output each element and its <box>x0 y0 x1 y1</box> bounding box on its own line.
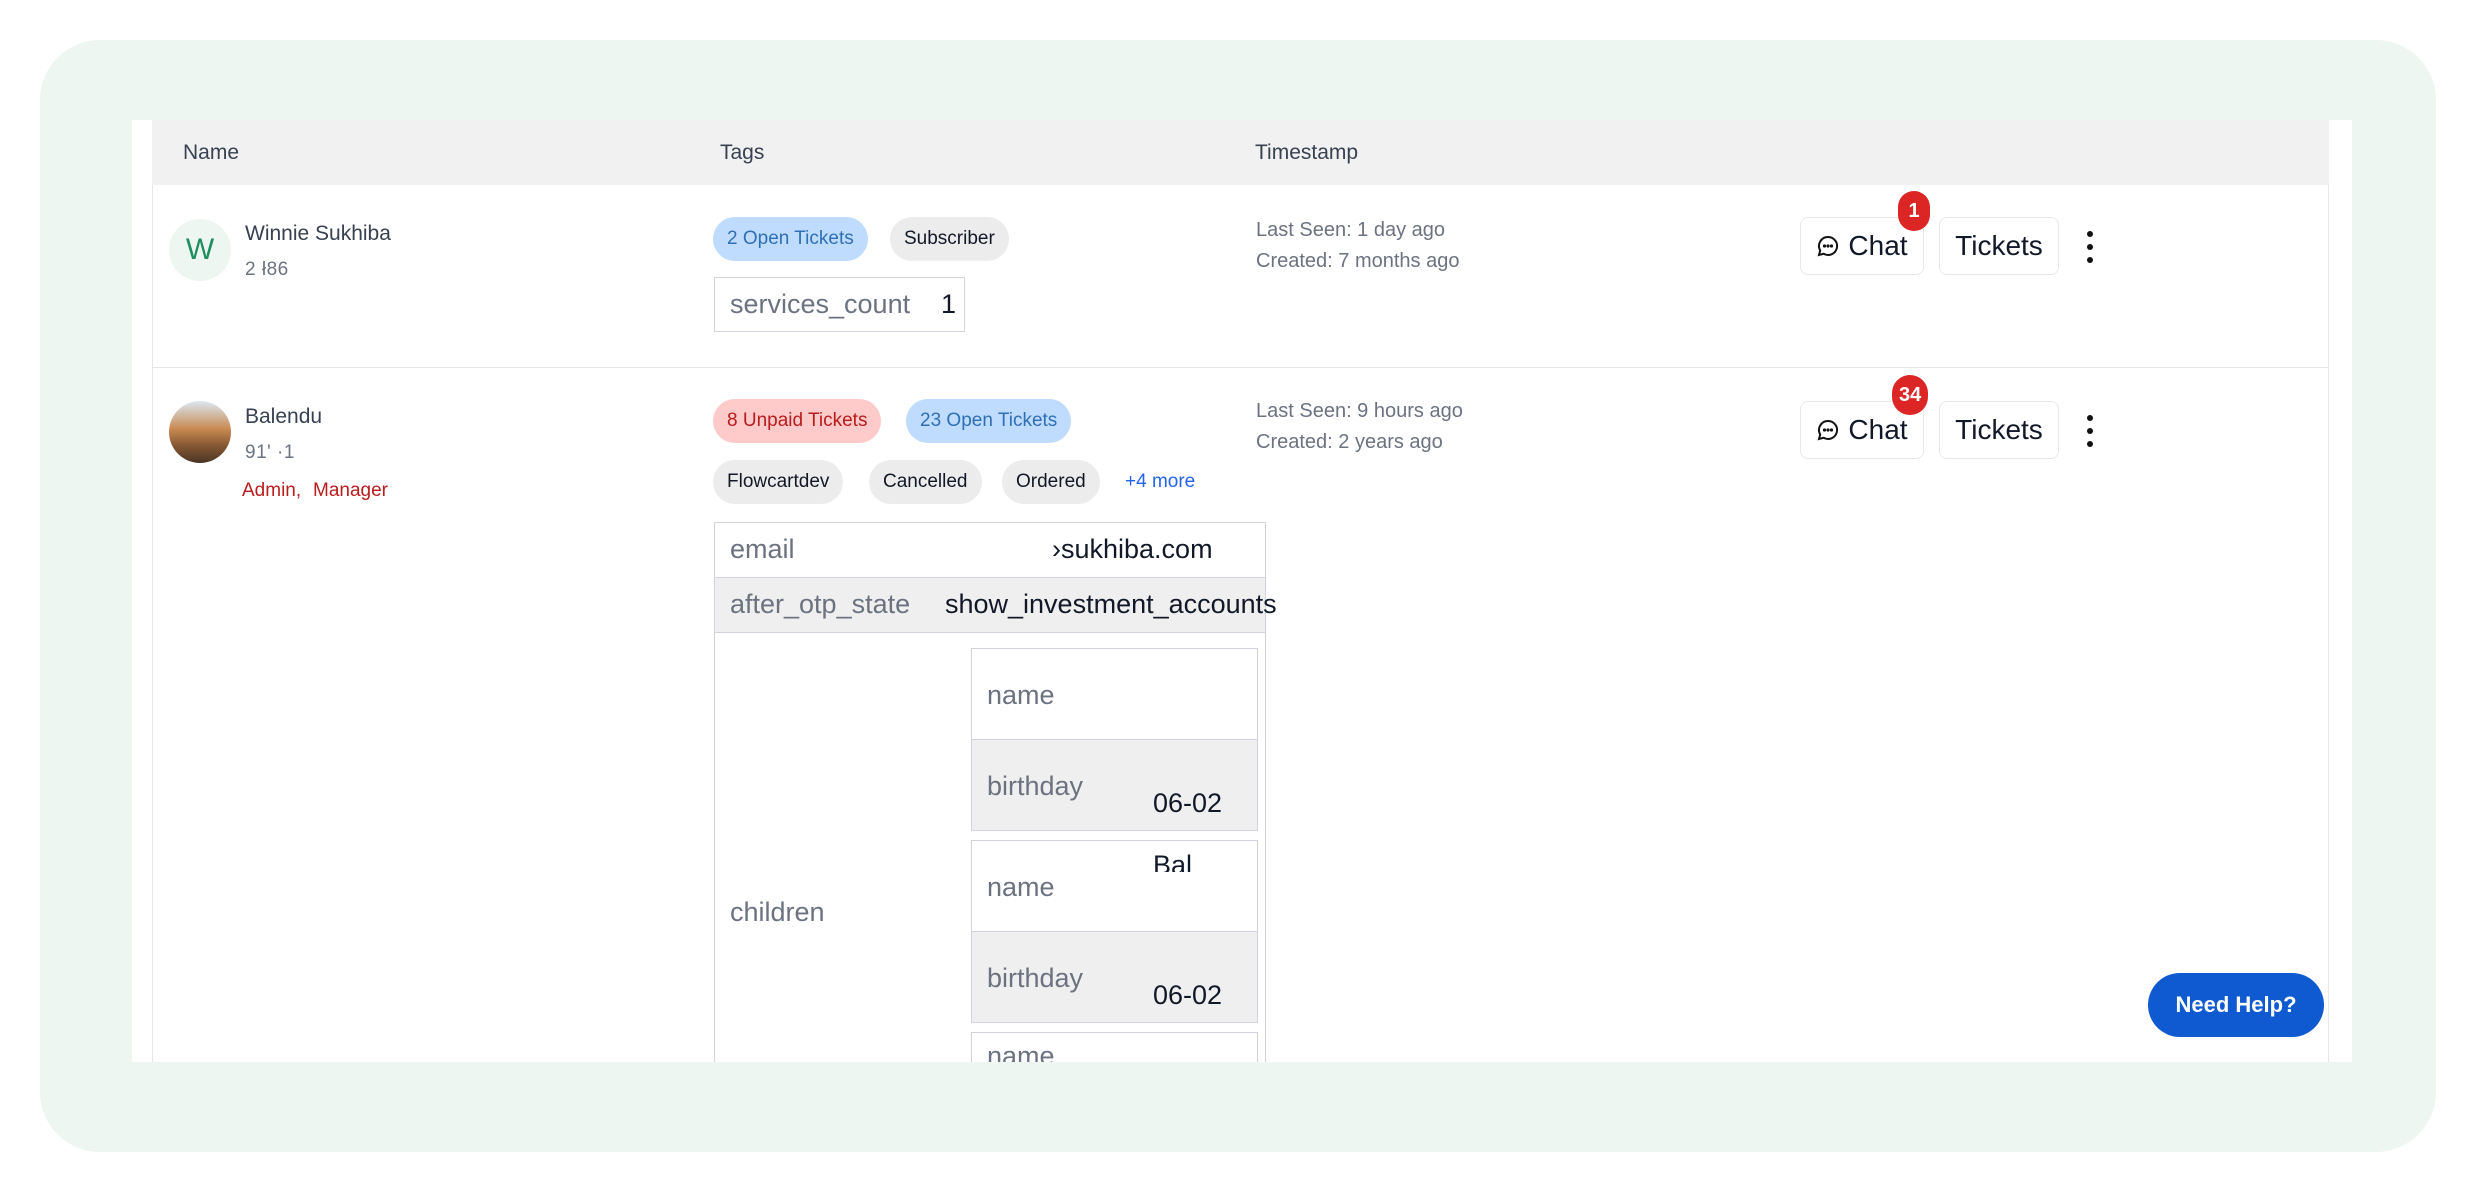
header-tags: Tags <box>720 141 765 164</box>
role-admin: Admin, <box>242 480 302 501</box>
avatar <box>169 401 231 463</box>
avatar: W <box>169 219 231 281</box>
attribute-value: show_investment_accounts <box>945 589 1277 619</box>
attribute-table: services_count 1 <box>714 277 965 332</box>
contacts-panel: Name Tags Timestamp W Winnie Sukhiba 2 ł… <box>132 120 2352 1062</box>
attribute-row-children: children name birthday 06-02 name Bal bi… <box>714 632 1266 1062</box>
child-name-cell: name <box>971 1032 1258 1062</box>
tickets-button[interactable]: Tickets <box>1939 401 2059 459</box>
tag-flowcartdev[interactable]: Flowcartdev <box>713 460 844 504</box>
table-row[interactable]: Balendu 91' ·1 Admin, Manager 8 Unpaid T… <box>153 369 2328 1062</box>
attribute-key: children <box>730 897 825 927</box>
contact-phone: 91' ·1 <box>245 442 295 463</box>
child-name-cell: name Bal <box>971 840 1258 932</box>
more-options-icon[interactable] <box>2082 227 2098 267</box>
tag-subscriber[interactable]: Subscriber <box>890 217 1009 261</box>
role-manager: Manager <box>313 480 388 501</box>
chat-bubble-icon <box>1818 235 1839 257</box>
child-birthday-cell: birthday 06-02 <box>971 739 1258 831</box>
attribute-key: services_count <box>730 289 911 319</box>
contact-name[interactable]: Winnie Sukhiba <box>245 222 391 246</box>
tag-cancelled[interactable]: Cancelled <box>869 460 982 504</box>
tag-open-tickets[interactable]: 23 Open Tickets <box>906 399 1072 443</box>
attribute-row-email: email ›sukhiba.com <box>714 522 1266 578</box>
table-row[interactable]: W Winnie Sukhiba 2 ł86 2 Open Tickets Su… <box>153 185 2328 368</box>
child-birthday-cell: birthday 06-02 <box>971 931 1258 1023</box>
need-help-button[interactable]: Need Help? <box>2148 973 2324 1037</box>
tag-unpaid-tickets[interactable]: 8 Unpaid Tickets <box>713 399 882 443</box>
contact-name[interactable]: Balendu <box>245 405 322 429</box>
attribute-key: after_otp_state <box>730 589 911 619</box>
last-seen: Last Seen: 1 day ago <box>1256 219 1446 241</box>
tickets-button[interactable]: Tickets <box>1939 217 2059 275</box>
table-body: W Winnie Sukhiba 2 ł86 2 Open Tickets Su… <box>152 185 2329 1062</box>
header-timestamp: Timestamp <box>1255 141 1359 164</box>
tag-ordered[interactable]: Ordered <box>1002 460 1100 504</box>
last-seen: Last Seen: 9 hours ago <box>1256 400 1463 422</box>
unread-badge: 1 <box>1898 191 1930 231</box>
table-header: Name Tags Timestamp <box>152 120 2329 185</box>
attribute-row-otp: after_otp_state show_investment_accounts <box>714 577 1277 633</box>
tag-open-tickets[interactable]: 2 Open Tickets <box>713 217 868 261</box>
unread-badge: 34 <box>1892 375 1929 415</box>
attribute-value: ›sukhiba.com <box>1052 534 1213 564</box>
created-at: Created: 7 months ago <box>1256 250 1460 272</box>
header-name: Name <box>183 141 240 164</box>
chat-label: Chat <box>1848 414 1908 445</box>
child-name-cell: name <box>971 648 1258 740</box>
attribute-key: email <box>730 534 795 564</box>
contact-phone: 2 ł86 <box>245 259 289 280</box>
more-options-icon[interactable] <box>2082 411 2098 451</box>
attribute-value: 1 <box>940 289 956 319</box>
chat-bubble-icon <box>1818 419 1839 441</box>
more-tags-link[interactable]: +4 more <box>1125 471 1195 493</box>
chat-label: Chat <box>1848 230 1908 261</box>
created-at: Created: 2 years ago <box>1256 431 1443 453</box>
